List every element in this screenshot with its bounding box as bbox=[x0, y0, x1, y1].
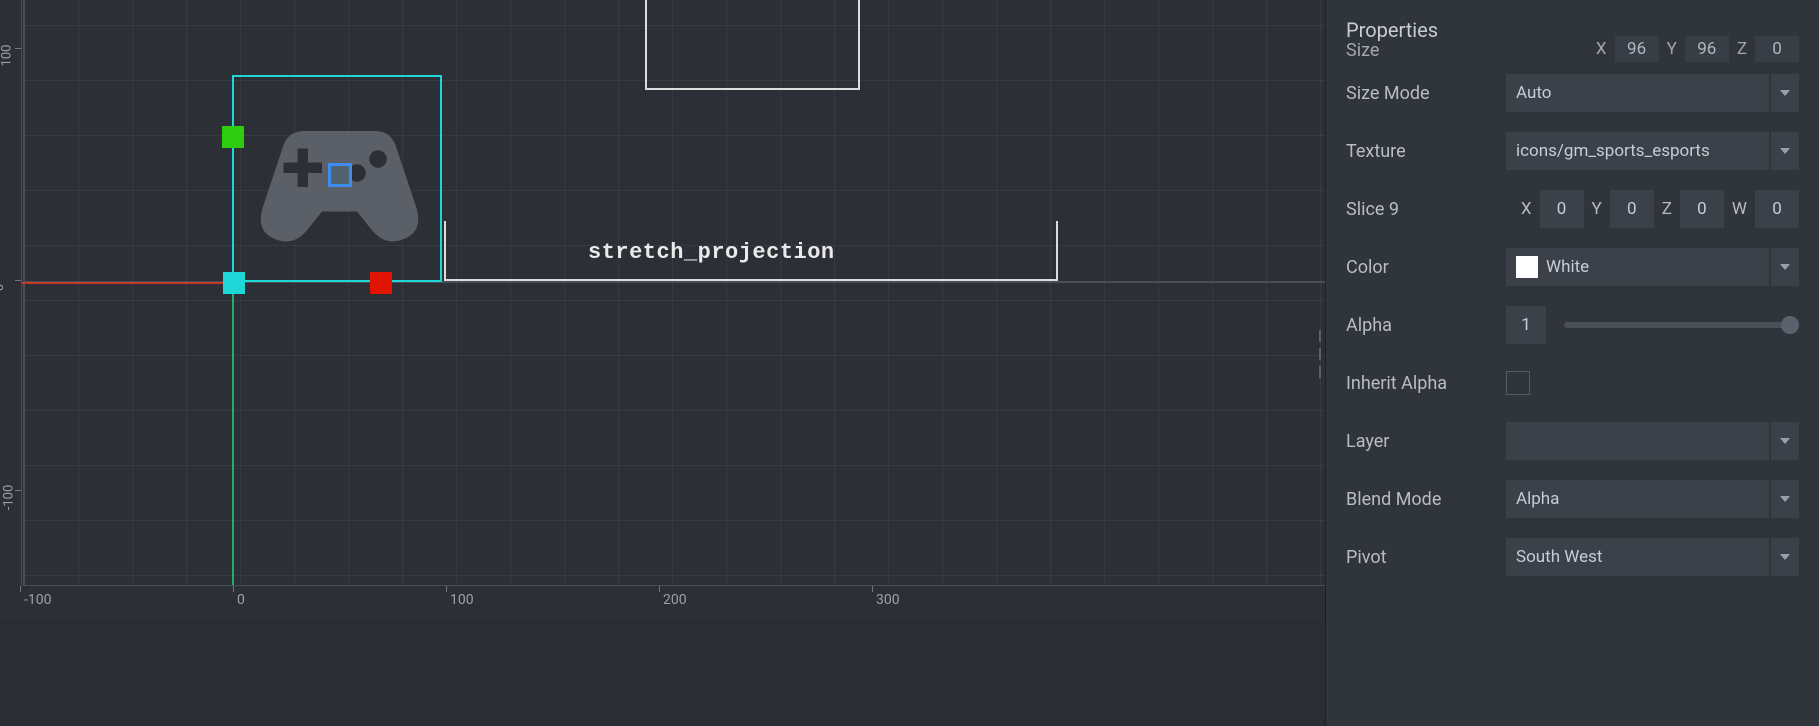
ruler-y-tick bbox=[15, 48, 21, 49]
ruler-x-tick bbox=[233, 586, 234, 592]
chevron-down-icon bbox=[1780, 496, 1790, 502]
alpha-slider[interactable] bbox=[1564, 322, 1799, 328]
texture-label: Texture bbox=[1346, 141, 1496, 162]
ruler-y-label: 0 bbox=[0, 284, 7, 291]
size-mode-select[interactable]: Auto bbox=[1506, 74, 1769, 112]
layer-label: Layer bbox=[1346, 431, 1496, 452]
chevron-down-icon bbox=[1780, 148, 1790, 154]
chevron-down-icon bbox=[1780, 264, 1790, 270]
size-y-input[interactable]: 96 bbox=[1685, 36, 1729, 62]
inherit-alpha-checkbox[interactable] bbox=[1506, 371, 1530, 395]
ruler-x-tick bbox=[446, 586, 447, 592]
ruler-y-tick bbox=[15, 280, 21, 281]
gizmo-handle-red[interactable] bbox=[370, 272, 392, 294]
gizmo-handle-center[interactable] bbox=[328, 163, 352, 187]
blend-mode-select[interactable]: Alpha bbox=[1506, 480, 1769, 518]
texture-row: Texture icons/gm_sports_esports bbox=[1346, 122, 1799, 180]
slice9-z-label: Z bbox=[1660, 199, 1674, 219]
alpha-slider-thumb[interactable] bbox=[1781, 316, 1799, 334]
slice9-label: Slice 9 bbox=[1346, 199, 1496, 220]
size-mode-value: Auto bbox=[1516, 83, 1551, 103]
slice9-row: Slice 9 X 0 Y 0 Z 0 W 0 bbox=[1346, 180, 1799, 238]
size-x-input[interactable]: 96 bbox=[1615, 36, 1659, 62]
slice9-x-input[interactable]: 0 bbox=[1540, 190, 1584, 228]
slice9-w-label: W bbox=[1730, 199, 1749, 219]
pivot-row: Pivot South West bbox=[1346, 528, 1799, 586]
blend-mode-dropdown-button[interactable] bbox=[1771, 480, 1799, 518]
ruler-x-tick bbox=[20, 586, 21, 592]
slice9-y-label: Y bbox=[1590, 199, 1604, 219]
axis-y-positive bbox=[232, 282, 234, 585]
alpha-label: Alpha bbox=[1346, 315, 1496, 336]
ruler-x-tick bbox=[872, 586, 873, 592]
pivot-label: Pivot bbox=[1346, 547, 1496, 568]
gizmo-handle-origin[interactable] bbox=[223, 272, 245, 294]
inherit-alpha-label: Inherit Alpha bbox=[1346, 373, 1496, 394]
properties-panel: Properties Size X 96 Y 96 Z 0 Size Mode bbox=[1325, 0, 1819, 726]
ruler-x-label: 200 bbox=[663, 592, 687, 608]
viewport-footer-strip bbox=[0, 621, 1325, 726]
size-z-input[interactable]: 0 bbox=[1755, 36, 1799, 62]
alpha-input[interactable]: 1 bbox=[1506, 306, 1546, 344]
slice9-z-input[interactable]: 0 bbox=[1680, 190, 1724, 228]
blend-mode-label: Blend Mode bbox=[1346, 489, 1496, 510]
size-mode-dropdown-button[interactable] bbox=[1771, 74, 1799, 112]
alpha-row: Alpha 1 bbox=[1346, 296, 1799, 354]
ruler-y-label: -100 bbox=[1, 485, 16, 511]
ruler-x-label: 100 bbox=[450, 592, 474, 608]
color-select[interactable]: White bbox=[1506, 248, 1769, 286]
slice9-y-input[interactable]: 0 bbox=[1610, 190, 1654, 228]
size-z-label: Z bbox=[1735, 39, 1749, 59]
inherit-alpha-row: Inherit Alpha bbox=[1346, 354, 1799, 412]
pivot-dropdown-button[interactable] bbox=[1771, 538, 1799, 576]
scene-viewport[interactable]: stretch_projection 100 0 -100 -100 0 100 200 3… bbox=[0, 0, 1325, 726]
ruler-horizontal: -100 0 100 200 300 bbox=[22, 585, 1325, 621]
size-x-label: X bbox=[1594, 39, 1609, 59]
chevron-down-icon bbox=[1780, 438, 1790, 444]
ruler-x-label: -100 bbox=[24, 592, 51, 608]
panel-resize-handle[interactable] bbox=[1315, 330, 1325, 378]
size-label: Size bbox=[1346, 40, 1496, 61]
color-row: Color White bbox=[1346, 238, 1799, 296]
size-mode-row: Size Mode Auto bbox=[1346, 64, 1799, 122]
ruler-x-tick bbox=[659, 586, 660, 592]
pivot-value: South West bbox=[1516, 547, 1602, 567]
size-row: Size X 96 Y 96 Z 0 bbox=[1346, 36, 1799, 64]
unnamed-box-outline[interactable] bbox=[645, 0, 860, 90]
axis-x-negative bbox=[0, 282, 232, 284]
color-value: White bbox=[1546, 257, 1589, 277]
color-label: Color bbox=[1346, 257, 1496, 278]
color-swatch-icon bbox=[1516, 256, 1538, 278]
size-mode-label: Size Mode bbox=[1346, 83, 1496, 104]
texture-select[interactable]: icons/gm_sports_esports bbox=[1506, 132, 1769, 170]
ruler-y-label: 100 bbox=[0, 45, 14, 67]
object-label: stretch_projection bbox=[588, 240, 835, 265]
app-root: stretch_projection 1000-100 -10001002003… bbox=[0, 0, 1819, 726]
pivot-select[interactable]: South West bbox=[1506, 538, 1769, 576]
texture-dropdown-button[interactable] bbox=[1771, 132, 1799, 170]
slice9-w-input[interactable]: 0 bbox=[1755, 190, 1799, 228]
ruler-vertical: 100 0 -100 bbox=[0, 0, 22, 585]
ruler-x-label: 300 bbox=[876, 592, 900, 608]
blend-mode-value: Alpha bbox=[1516, 489, 1559, 509]
color-dropdown-button[interactable] bbox=[1771, 248, 1799, 286]
chevron-down-icon bbox=[1780, 554, 1790, 560]
gizmo-handle-green[interactable] bbox=[222, 126, 244, 148]
size-y-label: Y bbox=[1665, 39, 1679, 59]
ruler-x-label: 0 bbox=[237, 592, 245, 608]
slice9-x-label: X bbox=[1519, 199, 1534, 219]
chevron-down-icon bbox=[1780, 90, 1790, 96]
texture-value: icons/gm_sports_esports bbox=[1516, 141, 1710, 161]
layer-select[interactable] bbox=[1506, 422, 1769, 460]
blend-mode-row: Blend Mode Alpha bbox=[1346, 470, 1799, 528]
layer-row: Layer bbox=[1346, 412, 1799, 470]
layer-dropdown-button[interactable] bbox=[1771, 422, 1799, 460]
